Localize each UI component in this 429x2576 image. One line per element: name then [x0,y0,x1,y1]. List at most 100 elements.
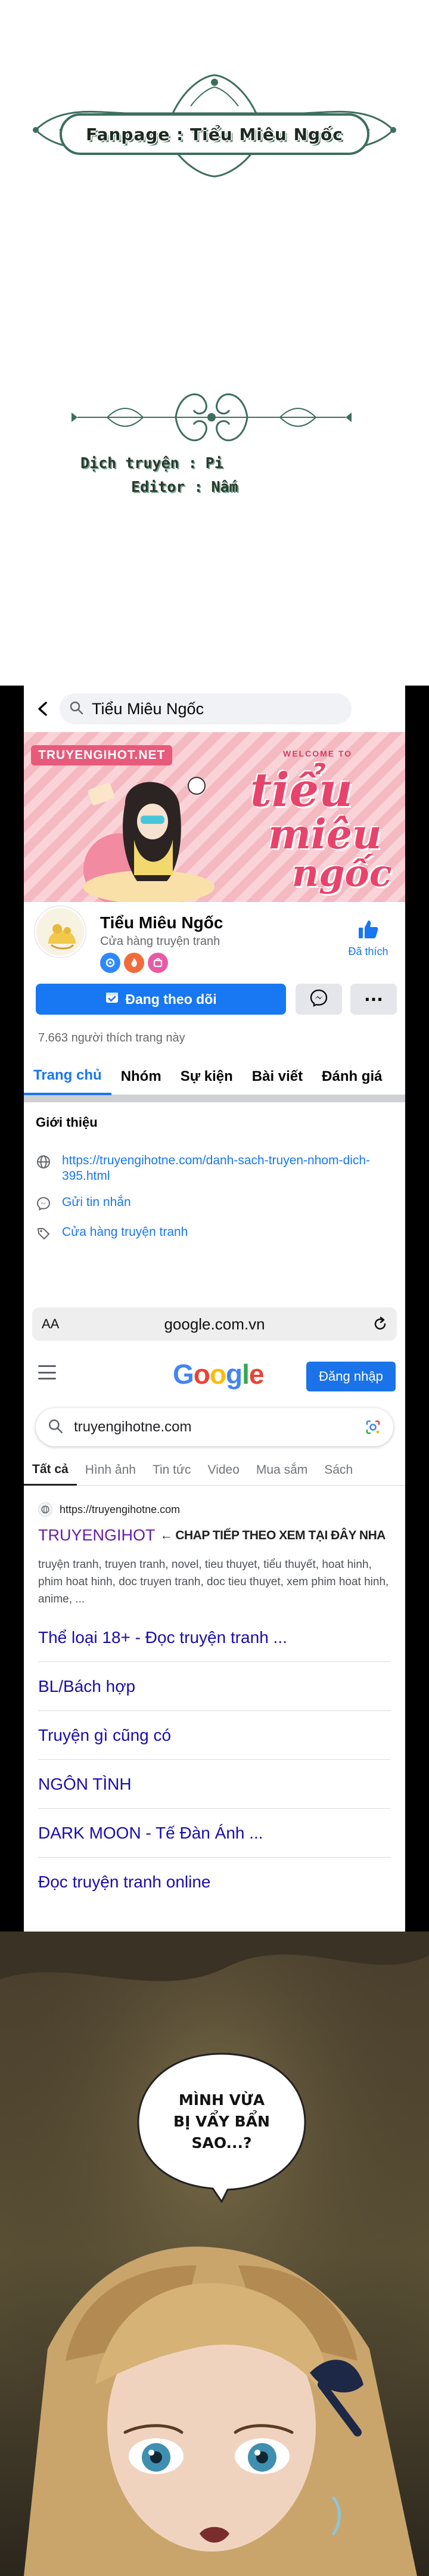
google-logo-letter: g [226,1359,243,1390]
editor-key: Editor : [131,478,203,495]
cover-title-line-1: tiểu [250,763,353,817]
avatar-artwork-icon [36,908,84,956]
google-logo-letter: e [248,1359,265,1390]
google-search-query: truyengihotne.com [74,1419,192,1435]
facebook-top-bar: Tiểu Miêu Ngốc [24,686,405,732]
verified-badge-icon[interactable] [100,953,120,973]
translator-key: Dịch truyện : [80,454,197,472]
intro-website-link[interactable]: https://truyengihotne.com/danh-sach-truy… [62,1153,396,1184]
browser-address-bar[interactable]: AA google.com.vn [32,1307,397,1341]
messenger-button[interactable] [296,984,342,1015]
google-search-input[interactable]: truyengihotne.com [36,1408,393,1446]
result-site-url: https://truyengihotne.com [60,1503,181,1515]
google-logo[interactable]: Google [173,1358,265,1390]
following-label: Đang theo dõi [125,991,217,1007]
tab-reviews[interactable]: Đánh giá [312,1058,391,1095]
manga-panel: MÌNH VỪA BỊ VẨY BẨN SAO...? [0,1932,429,2576]
result-title-link[interactable]: TRUYENGIHOT [38,1526,156,1545]
check-follow-icon [105,990,119,1008]
thumbs-up-icon [358,919,379,942]
tab-news[interactable]: Tin tức [144,1455,200,1486]
google-header: Google Đăng nhập [24,1347,405,1401]
phone-screenshot: Tiểu Miêu Ngốc TRUYENGIHOT.NET WELCOME T… [24,686,405,1932]
sitelink-item[interactable]: NGÔN TÌNH [38,1760,391,1809]
cover-welcome-text: WELCOME TO [283,749,353,758]
speech-line: SAO...? [191,2134,252,2152]
sitelink-item[interactable]: Thể loại 18+ - Đọc truyện tranh ... [38,1613,391,1662]
browser-url: google.com.vn [164,1315,265,1333]
tab-groups[interactable]: Nhóm [111,1058,171,1095]
page-avatar[interactable] [35,906,86,957]
search-icon [69,700,83,717]
section-divider [24,1095,405,1102]
google-logo-letter: o [209,1359,226,1390]
back-arrow-icon[interactable] [32,698,54,720]
sitelink-item[interactable]: Đọc truyện tranh online [38,1858,391,1907]
tab-all[interactable]: Tất cả [24,1455,77,1486]
page-category: Cửa hàng truyện tranh [100,935,220,948]
page-cover-image[interactable]: TRUYENGIHOT.NET WELCOME TO tiểu miêu ngố… [24,732,405,902]
messenger-small-icon [36,1196,51,1211]
result-snippet: truyện tranh, truyen tranh, novel, tieu … [38,1558,389,1605]
google-logo-letter: l [242,1359,250,1390]
tab-events[interactable]: Sự kiện [171,1058,243,1095]
tab-books[interactable]: Sách [316,1455,361,1486]
translator-credit: Dịch truyện : Pi [80,454,223,472]
translator-credit-area: Fanpage : Tiểu Miêu Ngốc Dịch truyện : Pi… [0,0,429,686]
flame-badge-icon[interactable] [124,953,144,973]
reload-icon[interactable] [372,1316,388,1335]
search-icon [48,1418,63,1436]
sitelink-item[interactable]: BL/Bách hợp [38,1662,391,1711]
tab-images[interactable]: Hình ảnh [77,1455,144,1486]
speech-bubble-text: MÌNH VỪA BỊ VẨY BẨN SAO...? [156,2090,287,2154]
more-options-button[interactable]: ··· [350,984,397,1015]
tab-videos[interactable]: Video [200,1455,248,1486]
shop-tag-icon [36,1226,51,1241]
facebook-search-text: Tiểu Miêu Ngốc [92,699,204,718]
google-lens-icon[interactable] [365,1419,381,1438]
result-title[interactable]: TRUYENGIHOT ← CHAP TIẾP THEO XEM TẠI ĐÂY… [38,1526,396,1545]
tab-posts[interactable]: Bài viết [243,1058,312,1095]
facebook-page-tabs: Trang chủ Nhóm Sự kiện Bài viết Đánh giá [24,1058,405,1095]
intro-shop-row[interactable]: Cửa hàng truyện tranh [36,1225,188,1241]
translator-name: Pi [205,454,223,472]
sitelink-item[interactable]: Truyện gì cũng có [38,1711,391,1760]
result-site-info[interactable]: https://truyengihotne.com [38,1502,180,1517]
messenger-icon [310,989,328,1009]
speech-line: MÌNH VỪA [178,2091,265,2109]
shop-badge-icon[interactable] [148,953,168,973]
send-message-link[interactable]: Gửi tin nhắn [62,1195,131,1210]
speech-line: BỊ VẨY BẨN [173,2113,270,2130]
sign-in-button[interactable]: Đăng nhập [306,1362,396,1391]
page-likes-count: 7.663 người thích trang này [38,1031,185,1044]
hamburger-menu-icon[interactable] [38,1365,56,1380]
right-black-margin [405,686,429,1932]
liked-button[interactable]: Đã thích [338,919,398,967]
fanpage-label: Fanpage : Tiểu Miêu Ngốc [60,113,369,155]
editor-name: Nấm [211,478,238,495]
following-button[interactable]: Đang theo dõi [36,984,286,1015]
manga-artwork [0,1932,429,2576]
shop-category-link[interactable]: Cửa hàng truyện tranh [62,1225,188,1240]
cover-title-line-3: ngốc [292,851,392,895]
tab-shopping[interactable]: Mua sắm [248,1455,316,1486]
intro-message-row[interactable]: Gửi tin nhắn [36,1195,131,1211]
intro-website-row[interactable]: https://truyengihotne.com/danh-sach-truy… [36,1153,396,1184]
left-black-margin [0,686,24,1932]
sitelink-item[interactable]: DARK MOON - Tế Đàn Ánh ... [38,1809,391,1858]
intro-heading: Giới thiệu [36,1115,98,1130]
globe-icon [36,1154,51,1170]
google-logo-letter: o [193,1359,210,1390]
liked-label: Đã thích [348,946,388,957]
google-search-tabs: Tất cả Hình ảnh Tin tức Video Mua sắm Sá… [24,1455,405,1486]
editor-credit: Editor : Nấm [131,478,238,495]
cover-brand-label: TRUYENGIHOT.NET [31,745,173,765]
facebook-search-box[interactable]: Tiểu Miêu Ngốc [60,693,352,724]
globe-favicon-icon [38,1502,52,1517]
tab-home[interactable]: Trang chủ [24,1058,111,1095]
next-chapter-note: ← CHAP TIẾP THEO XEM TẠI ĐÂY NHA [160,1528,386,1542]
divider-ornament [72,393,352,442]
google-logo-letter: G [173,1359,194,1390]
page-name[interactable]: Tiểu Miêu Ngốc [100,913,223,932]
page-badges [100,953,168,973]
